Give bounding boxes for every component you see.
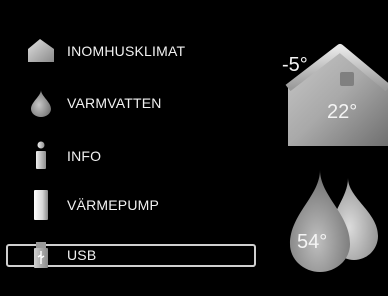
heat-pump-icon: [26, 190, 56, 220]
info-icon: [26, 141, 56, 171]
house-icon: [26, 36, 56, 66]
heat-pump-main-menu: INOMHUSKLIMAT VARMVATTEN INFO VÄRMEPUMP …: [0, 0, 388, 296]
usb-icon: [26, 240, 56, 270]
menu-item-varmepump[interactable]: VÄRMEPUMP: [0, 190, 260, 220]
menu-label: INFO: [67, 148, 102, 164]
indoor-temperature: 22°: [327, 101, 358, 123]
water-drop-icon: [26, 88, 56, 118]
outdoor-temperature: -5°: [282, 54, 308, 76]
menu-label: VARMVATTEN: [67, 95, 162, 111]
hot-water-temperature: 54°: [297, 231, 328, 253]
menu-item-varmvatten[interactable]: VARMVATTEN: [0, 88, 260, 118]
menu-label: USB: [67, 247, 97, 263]
menu-item-info[interactable]: INFO: [0, 141, 260, 171]
menu-item-inomhusklimat[interactable]: INOMHUSKLIMAT: [0, 36, 260, 66]
menu-label: INOMHUSKLIMAT: [67, 43, 186, 59]
hot-water-drops-icon: [290, 170, 378, 272]
menu-label: VÄRMEPUMP: [67, 197, 160, 213]
menu-item-usb[interactable]: USB: [0, 242, 260, 274]
